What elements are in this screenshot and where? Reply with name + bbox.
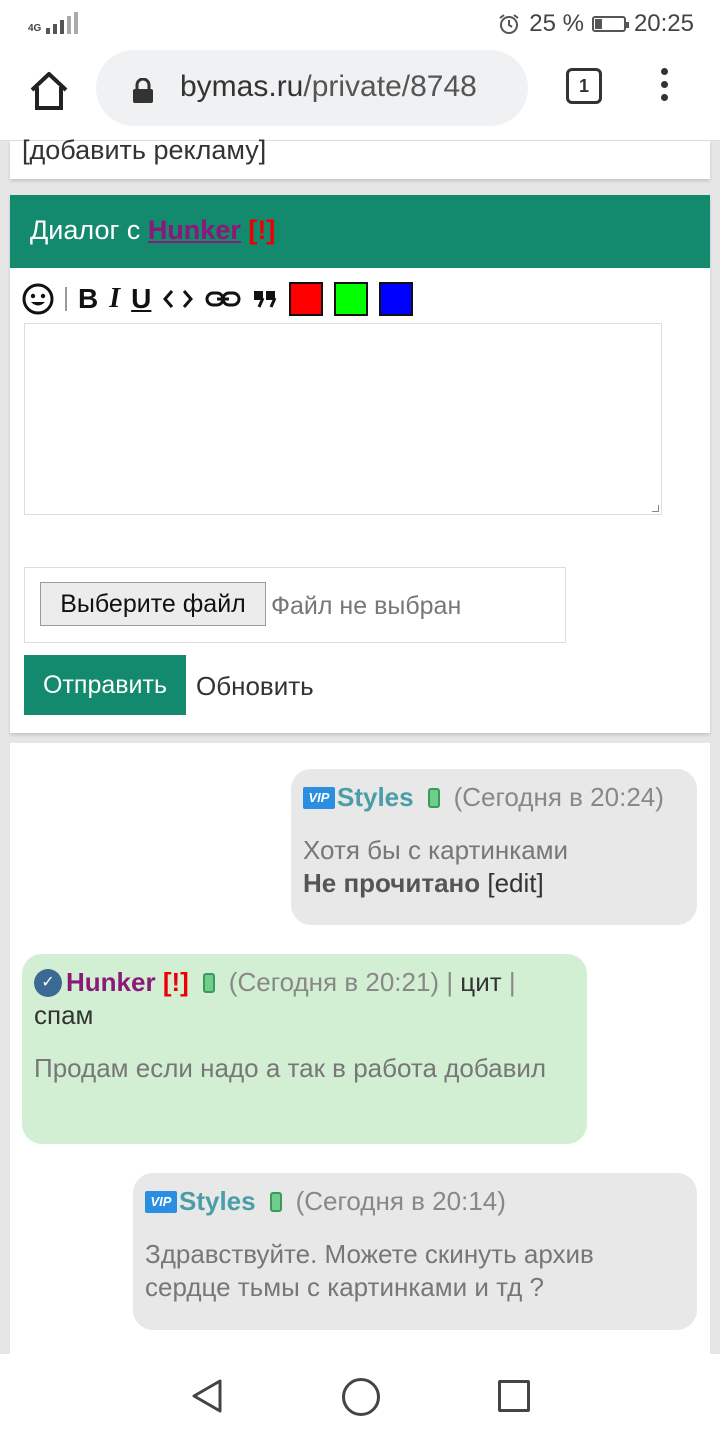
add-ad-link[interactable]: [добавить рекламу]: [22, 135, 266, 166]
menu-icon[interactable]: [656, 68, 672, 108]
battery-percent: 25 %: [529, 10, 584, 37]
message-time: (Сегодня в 20:14): [295, 1186, 506, 1216]
author-link[interactable]: Hunker: [66, 966, 156, 999]
file-status: Файл не выбран: [271, 592, 462, 620]
url-text[interactable]: bymas.ru/private/8748: [180, 70, 477, 104]
vip-icon: VIP: [303, 786, 335, 809]
link-icon[interactable]: [205, 287, 241, 311]
choose-file-button[interactable]: Выберите файл: [40, 582, 266, 626]
report-flag-link[interactable]: [!]: [248, 215, 275, 245]
home-nav-icon[interactable]: [342, 1378, 380, 1416]
smile-icon[interactable]: [22, 283, 54, 315]
message-item: VIP Styles (Сегодня в 20:24) Хотя бы с ка…: [291, 769, 697, 925]
spam-link[interactable]: спам: [34, 999, 93, 1032]
message-time: (Сегодня в 20:21): [228, 967, 440, 997]
code-icon[interactable]: [162, 287, 194, 311]
clock: 20:25: [633, 10, 694, 37]
mobile-icon: [427, 787, 440, 808]
url-path: /private/8748: [303, 70, 477, 103]
mobile-icon: [269, 1191, 282, 1212]
refresh-link[interactable]: Обновить: [196, 671, 314, 702]
signal-indicator: 4G: [28, 12, 79, 34]
dialog-title: Диалог с Hunker [!]: [30, 215, 275, 246]
vip-icon: VIP: [145, 1190, 177, 1213]
url-bar[interactable]: bymas.ru/private/8748: [96, 50, 528, 126]
report-flag-link[interactable]: [!]: [163, 966, 189, 999]
back-icon[interactable]: [190, 1378, 224, 1414]
action-separator: |: [439, 967, 461, 997]
edit-link[interactable]: [edit]: [487, 868, 543, 898]
dialog-title-prefix: Диалог с: [30, 215, 148, 245]
network-type: 4G: [28, 23, 42, 34]
format-toolbar: B I U: [22, 281, 414, 317]
send-button[interactable]: Отправить: [24, 655, 186, 715]
underline-button[interactable]: U: [131, 282, 151, 316]
partner-link[interactable]: Hunker: [148, 215, 241, 245]
message-text: Хотя бы с картинками: [303, 835, 569, 865]
color-red-button[interactable]: [289, 282, 324, 316]
quote-icon[interactable]: [252, 287, 278, 311]
author-link[interactable]: Styles: [337, 781, 414, 814]
url-host: bymas.ru: [180, 70, 304, 103]
dialog-header: Диалог с Hunker [!]: [10, 195, 710, 268]
read-status: Не прочитано: [303, 868, 481, 898]
status-bar: 4G 25 % 20:25: [0, 0, 720, 48]
italic-button[interactable]: I: [109, 282, 120, 316]
dialog-form: Диалог с Hunker [!] B I U Выберите файл …: [10, 195, 710, 733]
browser-toolbar: bymas.ru/private/8748 1: [0, 48, 720, 141]
resize-handle[interactable]: [652, 505, 659, 512]
tab-switcher-button[interactable]: 1: [566, 68, 602, 104]
message-item: ✓ Hunker [!] (Сегодня в 20:21) | цит | сп…: [22, 954, 587, 1144]
mobile-icon: [202, 972, 215, 993]
action-separator: |: [501, 967, 523, 997]
verified-icon: ✓: [34, 968, 62, 997]
bold-button[interactable]: B: [78, 282, 98, 316]
message-input[interactable]: [24, 323, 662, 515]
message-text: Здравствуйте. Можете скинуть архив сердц…: [145, 1239, 594, 1302]
message-list: VIP Styles (Сегодня в 20:24) Хотя бы с ка…: [10, 743, 710, 1383]
alarm-icon: [499, 14, 519, 34]
lock-icon: [133, 78, 153, 103]
battery-icon: [591, 16, 629, 32]
file-upload: Выберите файл Файл не выбран: [24, 567, 566, 643]
quote-link[interactable]: цит: [460, 966, 501, 999]
ad-card: [добавить рекламу]: [10, 135, 710, 179]
message-time: (Сегодня в 20:24): [453, 782, 664, 812]
message-item: VIP Styles (Сегодня в 20:14) Здравствуйте…: [133, 1173, 697, 1330]
color-green-button[interactable]: [334, 282, 369, 316]
system-nav-bar: [0, 1354, 720, 1440]
home-icon[interactable]: [24, 66, 74, 116]
message-text: Продам если надо а так в работа добавил: [34, 1053, 547, 1083]
recents-icon[interactable]: [498, 1380, 530, 1412]
toolbar-divider: [65, 287, 67, 311]
color-blue-button[interactable]: [379, 282, 414, 316]
author-link[interactable]: Styles: [179, 1185, 256, 1218]
